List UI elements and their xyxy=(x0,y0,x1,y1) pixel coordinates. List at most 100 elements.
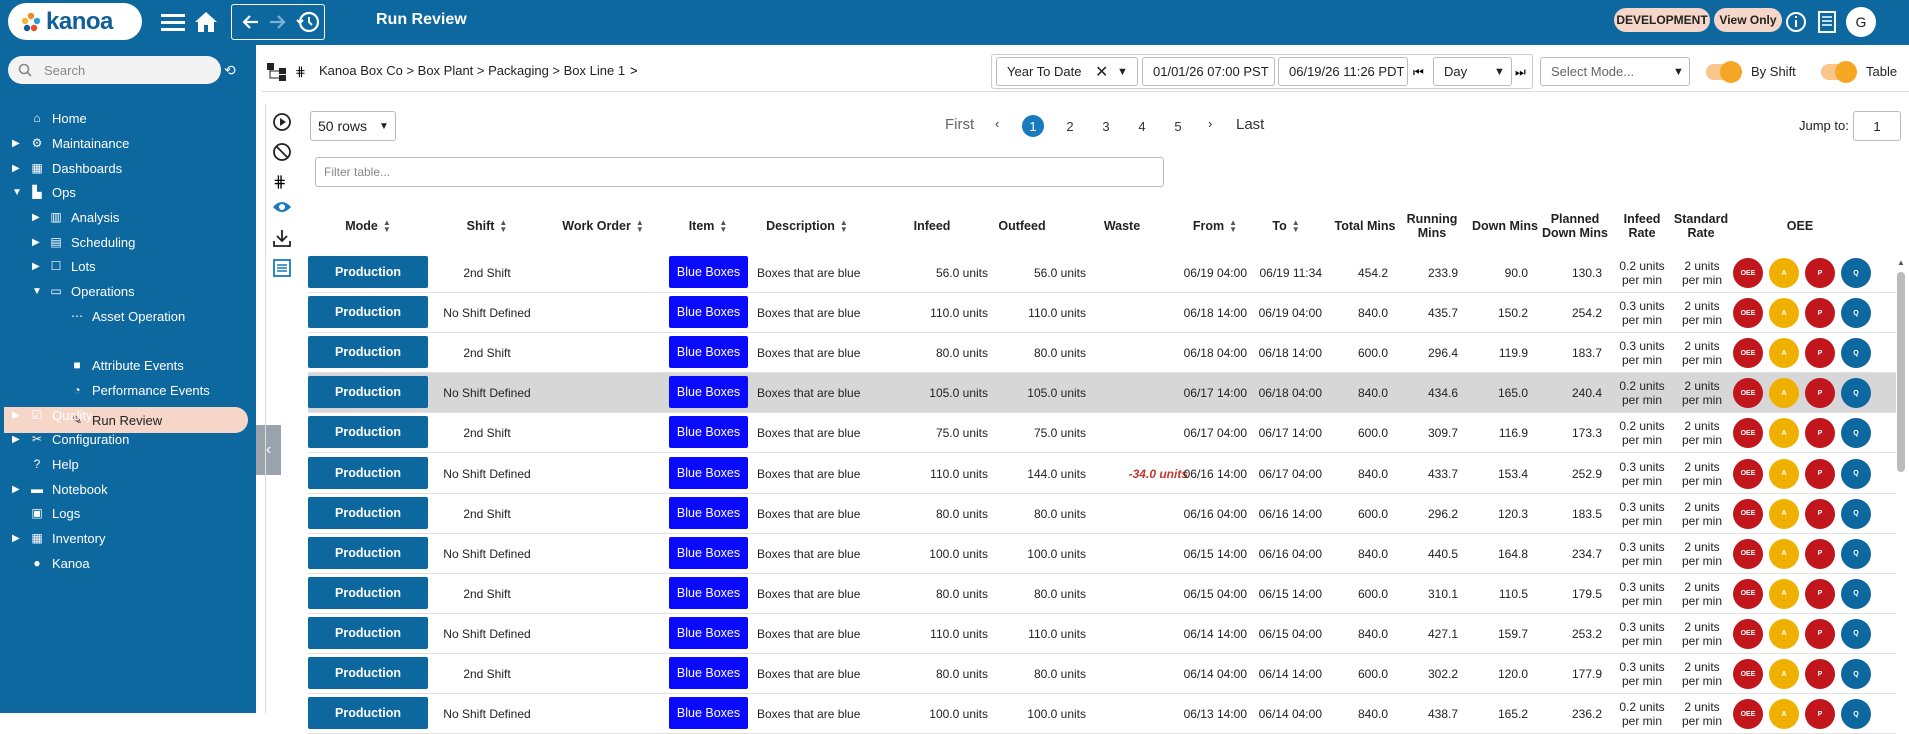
oee-indicator-a[interactable]: A xyxy=(1769,338,1799,369)
pager-next-icon[interactable]: › xyxy=(1208,116,1212,131)
oee-indicator-oee[interactable]: OEE xyxy=(1733,418,1763,449)
breadcrumb-more[interactable]: > xyxy=(630,63,638,78)
oee-indicator-p[interactable]: P xyxy=(1805,538,1835,569)
search-input[interactable]: Search xyxy=(8,56,221,84)
oee-indicator-q[interactable]: Q xyxy=(1841,298,1871,329)
sidebar-item-home[interactable]: ⌂ Home xyxy=(0,105,256,131)
hamburger-menu-icon[interactable] xyxy=(157,6,189,38)
oee-indicator-p[interactable]: P xyxy=(1805,298,1835,329)
oee-indicator-q[interactable]: Q xyxy=(1841,538,1871,569)
oee-indicator-p[interactable]: P xyxy=(1805,378,1835,409)
mode-button[interactable]: Production xyxy=(308,697,428,730)
sidebar-item-inventory[interactable]: ▶ ▦ Inventory xyxy=(0,525,256,551)
download-icon[interactable] xyxy=(272,228,292,253)
item-button[interactable]: Blue Boxes xyxy=(669,456,748,489)
oee-indicator-a[interactable]: A xyxy=(1769,699,1799,730)
pager-prev-icon[interactable]: ‹ xyxy=(995,116,999,131)
sidebar-item-notebook[interactable]: ▶ ▬ Notebook xyxy=(0,476,256,502)
oee-indicator-oee[interactable]: OEE xyxy=(1733,538,1763,569)
oee-indicator-q[interactable]: Q xyxy=(1841,498,1871,529)
item-button[interactable]: Blue Boxes xyxy=(669,256,748,288)
header-item[interactable]: Item ▲ ▼ xyxy=(668,216,748,236)
mode-button[interactable]: Production xyxy=(308,456,428,489)
table-row[interactable]: Production No Shift Defined Blue Boxes Boxe… xyxy=(308,694,1896,734)
header-total-mins[interactable]: Total Mins xyxy=(1330,216,1400,236)
home-icon[interactable] xyxy=(190,6,222,38)
oee-indicator-p[interactable]: P xyxy=(1805,338,1835,369)
sidebar-item-maintainance[interactable]: ▶ ⚙ Maintainance xyxy=(0,130,256,156)
eye-icon[interactable] xyxy=(272,200,292,219)
header-outfeed[interactable]: Outfeed xyxy=(982,216,1062,236)
header-standard-rate[interactable]: Standard Rate xyxy=(1672,206,1730,246)
sidebar-item-ops[interactable]: ▼ ▙ Ops xyxy=(0,179,256,205)
page-1[interactable]: 1 xyxy=(1022,115,1044,137)
range-select[interactable]: Year To Date ✕ ▼ xyxy=(996,57,1138,86)
start-date-field[interactable]: 01/01/26 07:00 PST xyxy=(1142,57,1275,86)
collapse-sidebar-tab[interactable]: ‹ xyxy=(256,425,281,475)
oee-indicator-oee[interactable]: OEE xyxy=(1733,458,1763,489)
page-4[interactable]: 4 xyxy=(1131,115,1153,137)
oee-indicator-oee[interactable]: OEE xyxy=(1733,378,1763,409)
breadcrumb[interactable]: Kanoa Box Co > Box Plant > Packaging > B… xyxy=(319,63,625,78)
item-button[interactable]: Blue Boxes xyxy=(669,416,748,449)
oee-indicator-q[interactable]: Q xyxy=(1841,699,1871,730)
header-to[interactable]: To ▲ ▼ xyxy=(1256,216,1316,236)
item-button[interactable]: Blue Boxes xyxy=(669,376,748,409)
sidebar-item-configuration[interactable]: ▶ ✂ Configuration xyxy=(0,426,256,452)
oee-indicator-oee[interactable]: OEE xyxy=(1733,618,1763,649)
item-button[interactable]: Blue Boxes xyxy=(669,536,748,569)
oee-indicator-a[interactable]: A xyxy=(1769,378,1799,409)
sidebar-item-analysis[interactable]: ▶ ▥ Analysis xyxy=(0,204,256,230)
oee-indicator-q[interactable]: Q xyxy=(1841,578,1871,609)
page-2[interactable]: 2 xyxy=(1059,115,1081,137)
table-row[interactable]: Production No Shift Defined Blue Boxes Boxe… xyxy=(308,373,1896,414)
oee-indicator-oee[interactable]: OEE xyxy=(1733,699,1763,730)
mode-select[interactable]: Select Mode... ▼ xyxy=(1540,57,1690,86)
end-date-field[interactable]: 06/19/26 11:26 PDT xyxy=(1278,57,1408,86)
sidebar-item-performance-events[interactable]: ◔ Performance Events xyxy=(0,377,256,403)
header-planned-down-mins[interactable]: Planned Down Mins xyxy=(1538,200,1612,252)
oee-indicator-p[interactable]: P xyxy=(1805,498,1835,529)
sidebar-item-dashboards[interactable]: ▶ ▦ Dashboards xyxy=(0,155,256,181)
sidebar-item-asset-operation[interactable]: ⋯ Asset Operation xyxy=(0,303,256,329)
clear-selection-icon[interactable]: ⋕ xyxy=(295,64,306,80)
forward-arrow-icon[interactable] xyxy=(262,6,294,38)
oee-indicator-oee[interactable]: OEE xyxy=(1733,338,1763,369)
item-button[interactable]: Blue Boxes xyxy=(669,657,748,689)
oee-indicator-a[interactable]: A xyxy=(1769,618,1799,649)
item-button[interactable]: Blue Boxes xyxy=(669,296,748,329)
oee-indicator-p[interactable]: P xyxy=(1805,258,1835,288)
table-row[interactable]: Production 2nd Shift Blue Boxes Boxes that … xyxy=(308,494,1896,534)
rows-per-page-select[interactable]: 50 rows ▼ xyxy=(310,111,396,141)
item-button[interactable]: Blue Boxes xyxy=(669,496,748,529)
mode-button[interactable]: Production xyxy=(308,256,428,288)
oee-indicator-a[interactable]: A xyxy=(1769,659,1799,689)
skip-back-icon[interactable]: ⏮ xyxy=(1413,65,1424,80)
mode-button[interactable]: Production xyxy=(308,376,428,409)
sidebar-item-help[interactable]: ? Help xyxy=(0,451,256,477)
sidebar-item-scheduling[interactable]: ▶ ▤ Scheduling xyxy=(0,229,256,255)
mode-button[interactable]: Production xyxy=(308,496,428,529)
block-icon[interactable] xyxy=(272,142,292,167)
oee-indicator-a[interactable]: A xyxy=(1769,458,1799,489)
header-description[interactable]: Description ▲ ▼ xyxy=(752,216,862,236)
user-avatar[interactable]: G xyxy=(1846,7,1876,37)
table-row[interactable]: Production No Shift Defined Blue Boxes Boxe… xyxy=(308,454,1896,494)
oee-indicator-q[interactable]: Q xyxy=(1841,659,1871,689)
oee-indicator-oee[interactable]: OEE xyxy=(1733,258,1763,288)
oee-indicator-a[interactable]: A xyxy=(1769,578,1799,609)
header-mode[interactable]: Mode ▲ ▼ xyxy=(308,216,428,236)
header-work-order[interactable]: Work Order ▲ ▼ xyxy=(548,216,658,236)
table-row[interactable]: Production 2nd Shift Blue Boxes Boxes that … xyxy=(308,574,1896,614)
table-toggle[interactable] xyxy=(1821,61,1857,83)
page-5[interactable]: 5 xyxy=(1167,115,1189,137)
oee-indicator-p[interactable]: P xyxy=(1805,458,1835,489)
oee-indicator-p[interactable]: P xyxy=(1805,418,1835,449)
pin-sidebar-icon[interactable]: ⟲ xyxy=(224,62,236,79)
info-icon[interactable] xyxy=(1780,6,1812,38)
pager-first[interactable]: First xyxy=(945,116,974,133)
oee-indicator-q[interactable]: Q xyxy=(1841,338,1871,369)
oee-indicator-p[interactable]: P xyxy=(1805,699,1835,730)
table-row[interactable]: Production 2nd Shift Blue Boxes Boxes that … xyxy=(308,413,1896,454)
jump-to-input[interactable]: 1 xyxy=(1853,111,1901,141)
